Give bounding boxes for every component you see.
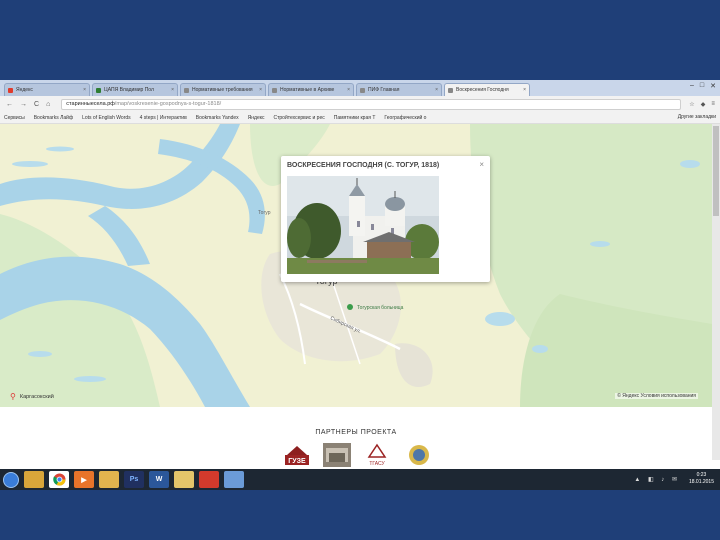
tab-strip: Яндекс × ЦАПЯ Владимир Пол × Нормативные т…: [0, 80, 720, 96]
close-icon[interactable]: ×: [83, 87, 86, 93]
museum-logo[interactable]: [323, 443, 351, 467]
tab-archive[interactable]: Нормативные в Архиве ×: [268, 83, 354, 96]
tab-label: Воскресения Господня: [456, 87, 509, 93]
doc-icon: [184, 87, 189, 93]
close-icon[interactable]: ×: [435, 87, 438, 93]
tab-label: ЦАПЯ Владимир Пол: [104, 87, 154, 93]
clock-time: 0:23: [696, 472, 707, 478]
bookmark-item[interactable]: Bookmarks Лайф: [34, 115, 73, 121]
url-path: /map/voskresenie-gospodnya-s-togur-1818/: [114, 101, 222, 107]
poi-label: Тогурская больница: [357, 305, 404, 311]
chrome-icon[interactable]: [49, 471, 69, 488]
word-icon[interactable]: W: [149, 471, 169, 488]
home-icon[interactable]: ⌂: [46, 101, 50, 108]
tab-label: ПИФ Главная: [368, 87, 400, 93]
tgasu-logo[interactable]: ТГАСУ: [363, 443, 391, 467]
back-icon[interactable]: ←: [6, 101, 13, 108]
photoshop-icon[interactable]: Ps: [124, 471, 144, 488]
scrollbar-thumb[interactable]: [713, 126, 719, 216]
star-icon[interactable]: ☆: [689, 101, 694, 108]
toolbar-right: ☆ ◆ ≡: [689, 101, 715, 108]
start-button[interactable]: [3, 471, 19, 488]
address-bar: ← → C ⌂ старинныесела.рф/map/voskresenie…: [0, 96, 720, 112]
other-bookmarks[interactable]: Другие закладки: [678, 114, 716, 120]
partners-section: ПАРТНЕРЫ ПРОЕКТА ГУЗЕ ТГАСУ: [0, 407, 712, 469]
gue-logo-text: ГУЗЕ: [288, 458, 306, 465]
close-icon[interactable]: ×: [347, 87, 350, 93]
bookmarks-bar: Сервисы Bookmarks Лайф Lots of English W…: [0, 112, 720, 124]
gue-logo[interactable]: ГУЗЕ: [283, 443, 311, 467]
doc-icon: [448, 87, 453, 93]
close-icon[interactable]: ×: [523, 87, 526, 93]
tab-yandex[interactable]: Яндекс ×: [4, 83, 90, 96]
emblem-logo[interactable]: [405, 443, 433, 467]
tray-icons[interactable]: ▲ ◧ ♪ ✉: [634, 476, 680, 483]
maximize-icon[interactable]: □: [700, 82, 704, 90]
village-label: Тогур: [258, 210, 271, 216]
tab-pif[interactable]: ПИФ Главная ×: [356, 83, 442, 96]
taskbar: ▶ Ps W ▲ ◧ ♪ ✉ 0:23 18.01.2015: [0, 469, 720, 490]
church-photo: [287, 176, 439, 274]
partners-title: ПАРТНЕРЫ ПРОЕКТА: [315, 429, 397, 436]
tab-label: Яндекс: [16, 87, 33, 93]
pdf-icon[interactable]: [199, 471, 219, 488]
doc-icon: [360, 87, 365, 93]
yandex-icon: [8, 87, 13, 93]
location-pin-icon: ⚲: [10, 392, 16, 401]
bookmark-item[interactable]: Сервисы: [4, 115, 25, 121]
tab-label: Нормативные требования: [192, 87, 253, 93]
url-domain: старинныесела.рф: [66, 101, 115, 107]
paint-icon[interactable]: [224, 471, 244, 488]
url-input[interactable]: старинныесела.рф/map/voskresenie-gospodn…: [61, 98, 682, 110]
doc-icon: [272, 87, 277, 93]
location-control[interactable]: ⚲ Каргасокский: [10, 392, 54, 401]
screen: Яндекс × ЦАПЯ Владимир Пол × Нормативные т…: [0, 80, 720, 490]
media-icon[interactable]: ▶: [74, 471, 94, 488]
minimize-icon[interactable]: –: [690, 82, 694, 90]
bookmark-item[interactable]: Lots of English Words: [82, 115, 131, 121]
reload-icon[interactable]: C: [34, 101, 39, 108]
close-icon[interactable]: ×: [171, 87, 174, 93]
map-popup: ВОСКРЕСЕНИЯ ГОСПОДНЯ (С. ТОГУР, 1818) ×: [281, 156, 490, 282]
explorer-icon[interactable]: [24, 471, 44, 488]
bookmark-item[interactable]: Яндекс: [248, 115, 265, 121]
close-window-icon[interactable]: ✕: [710, 82, 716, 90]
clock[interactable]: 0:23 18.01.2015: [689, 472, 714, 486]
tab-capya[interactable]: ЦАПЯ Владимир Пол ×: [92, 83, 178, 96]
bookmark-item[interactable]: Стройтехсервис и рес: [274, 115, 325, 121]
bookmark-item[interactable]: Bookmarks Yandex: [196, 115, 239, 121]
scrollbar[interactable]: [712, 124, 720, 460]
tgasu-logo-text: ТГАСУ: [369, 461, 385, 467]
explorer2-icon[interactable]: [99, 471, 119, 488]
map-view[interactable]: Тогурская больница Тогур Сибирская ул. Т…: [0, 124, 712, 407]
map-copyright[interactable]: © Яндекс Условия использования: [615, 393, 698, 399]
close-icon[interactable]: ×: [479, 160, 484, 169]
bookmark-item[interactable]: 4 steps | Интерактив: [140, 115, 187, 121]
close-icon[interactable]: ×: [259, 87, 262, 93]
tab-normative[interactable]: Нормативные требования ×: [180, 83, 266, 96]
clock-date: 18.01.2015: [688, 479, 714, 485]
bookmark-item[interactable]: Памятники края Т: [334, 115, 376, 121]
bookmark-item[interactable]: Географический о: [384, 115, 426, 121]
site-icon: [96, 87, 101, 93]
forward-icon[interactable]: →: [20, 101, 27, 108]
extension-icon[interactable]: ◆: [701, 101, 706, 108]
window-controls: – □ ✕: [690, 82, 716, 90]
location-label: Каргасокский: [19, 393, 54, 400]
tab-label: Нормативные в Архиве: [280, 87, 335, 93]
files-icon[interactable]: [174, 471, 194, 488]
menu-icon[interactable]: ≡: [711, 101, 715, 108]
tab-voskresenie[interactable]: Воскресения Господня ×: [444, 83, 530, 96]
popup-title: ВОСКРЕСЕНИЯ ГОСПОДНЯ (С. ТОГУР, 1818): [287, 162, 440, 169]
